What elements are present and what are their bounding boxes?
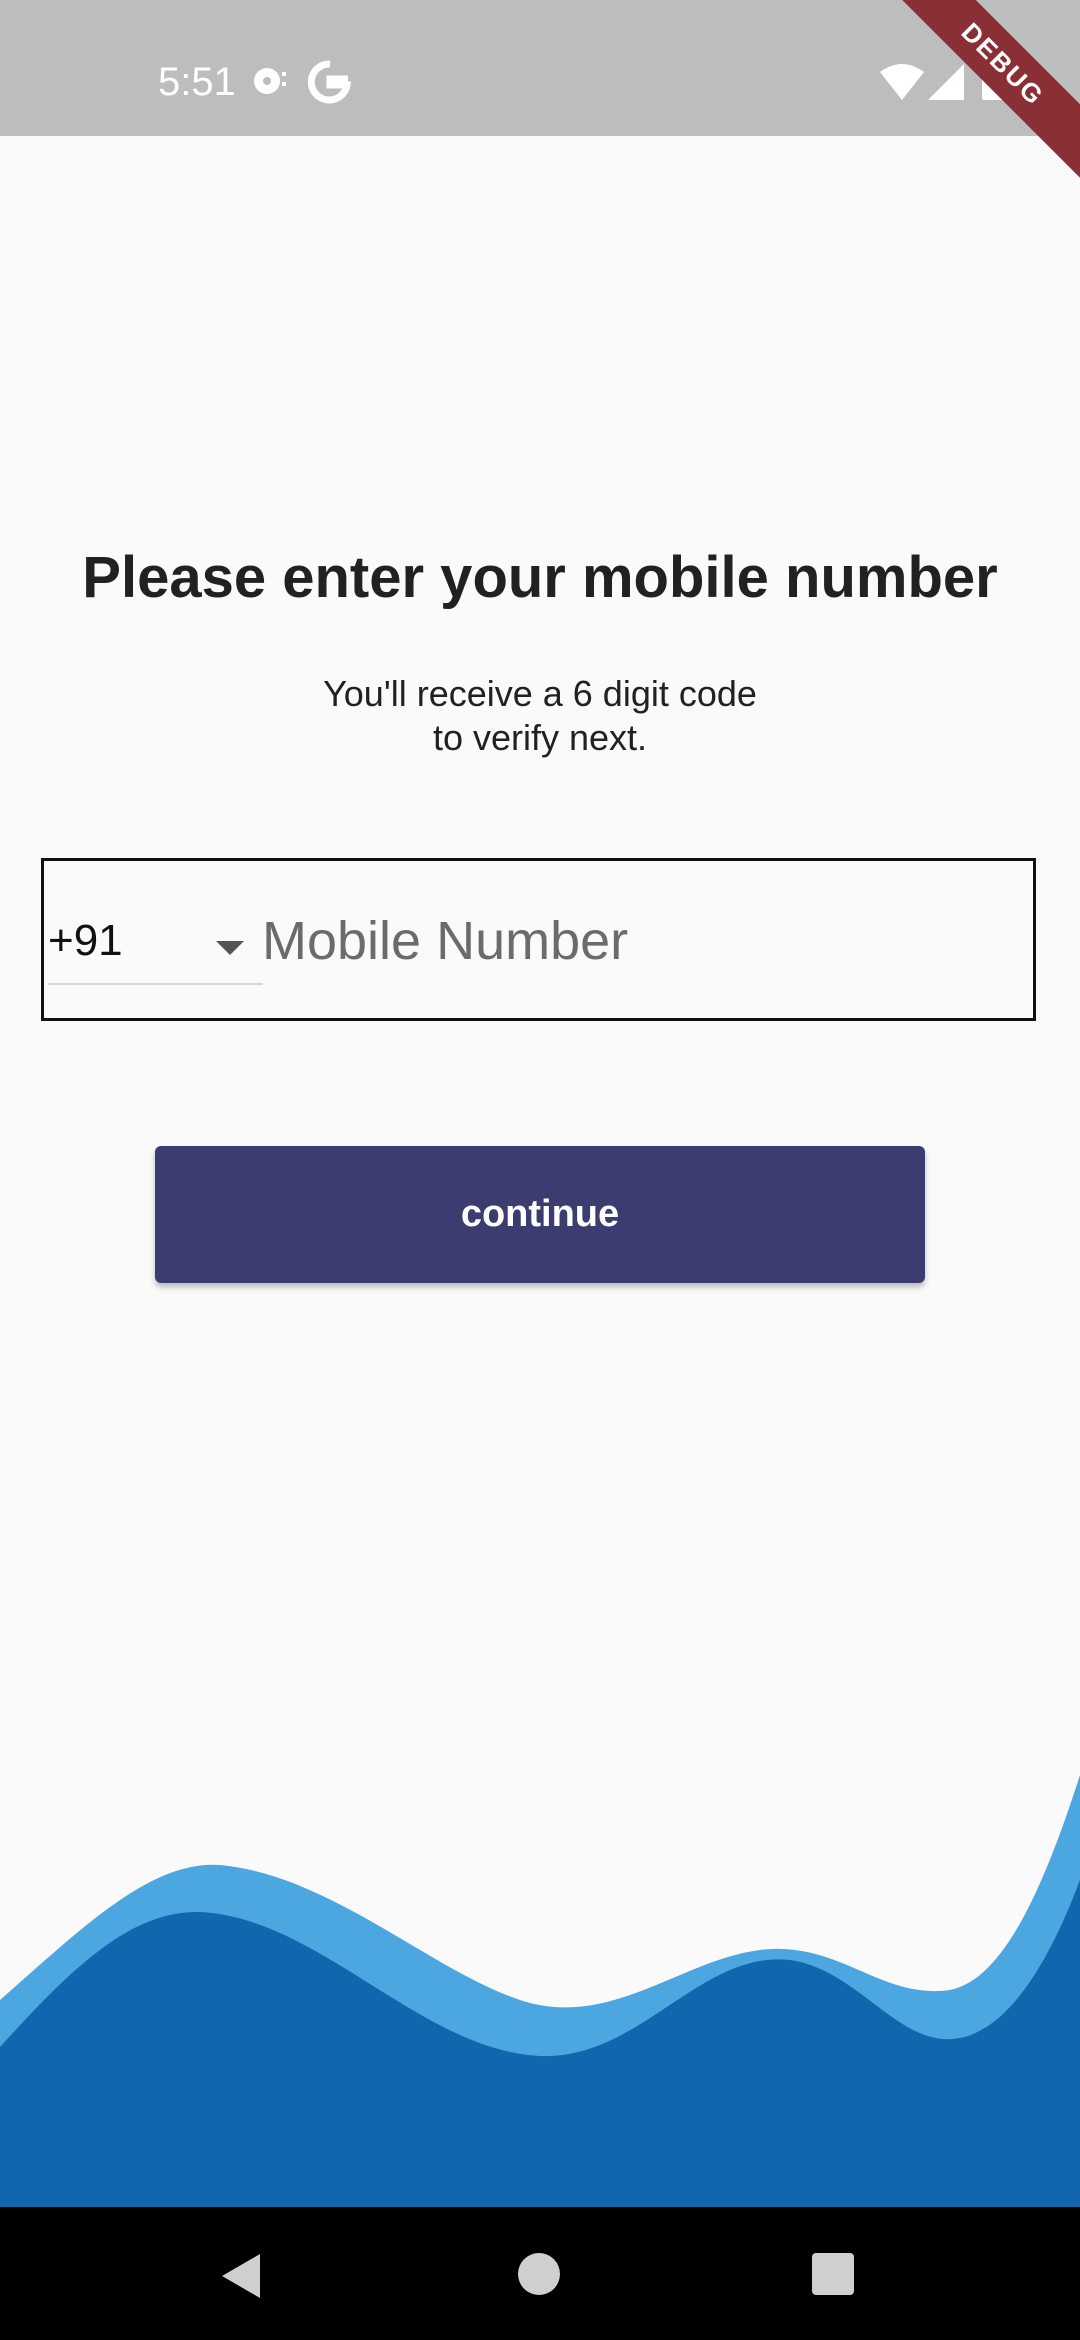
subtitle-line-2: to verify next. [432,717,648,758]
wave-decoration [0,1775,1080,2208]
continue-button[interactable]: continue [155,1146,925,1283]
home-icon[interactable] [518,2253,560,2295]
status-bar: 5:51 DEBUG [0,0,1080,200]
google-icon [307,60,352,109]
status-time: 5:51 [158,60,236,104]
subtitle-line-1: You'll receive a 6 digit code [323,673,757,714]
mobile-number-input[interactable] [262,901,1002,981]
dropdown-arrow-icon [216,941,244,955]
phone-input-container: +91 [41,858,1036,1021]
subtitle: You'll receive a 6 digit code to verify … [0,672,1080,760]
back-icon[interactable] [222,2254,260,2298]
page-title: Please enter your mobile number [82,545,998,610]
country-code-value: +91 [48,916,123,965]
navigation-bar [0,2207,1080,2340]
recents-icon[interactable] [812,2253,854,2295]
notification-icon [250,64,288,103]
wifi-icon [880,64,924,105]
signal-icon [928,64,964,105]
country-code-dropdown[interactable]: +91 [48,861,263,985]
